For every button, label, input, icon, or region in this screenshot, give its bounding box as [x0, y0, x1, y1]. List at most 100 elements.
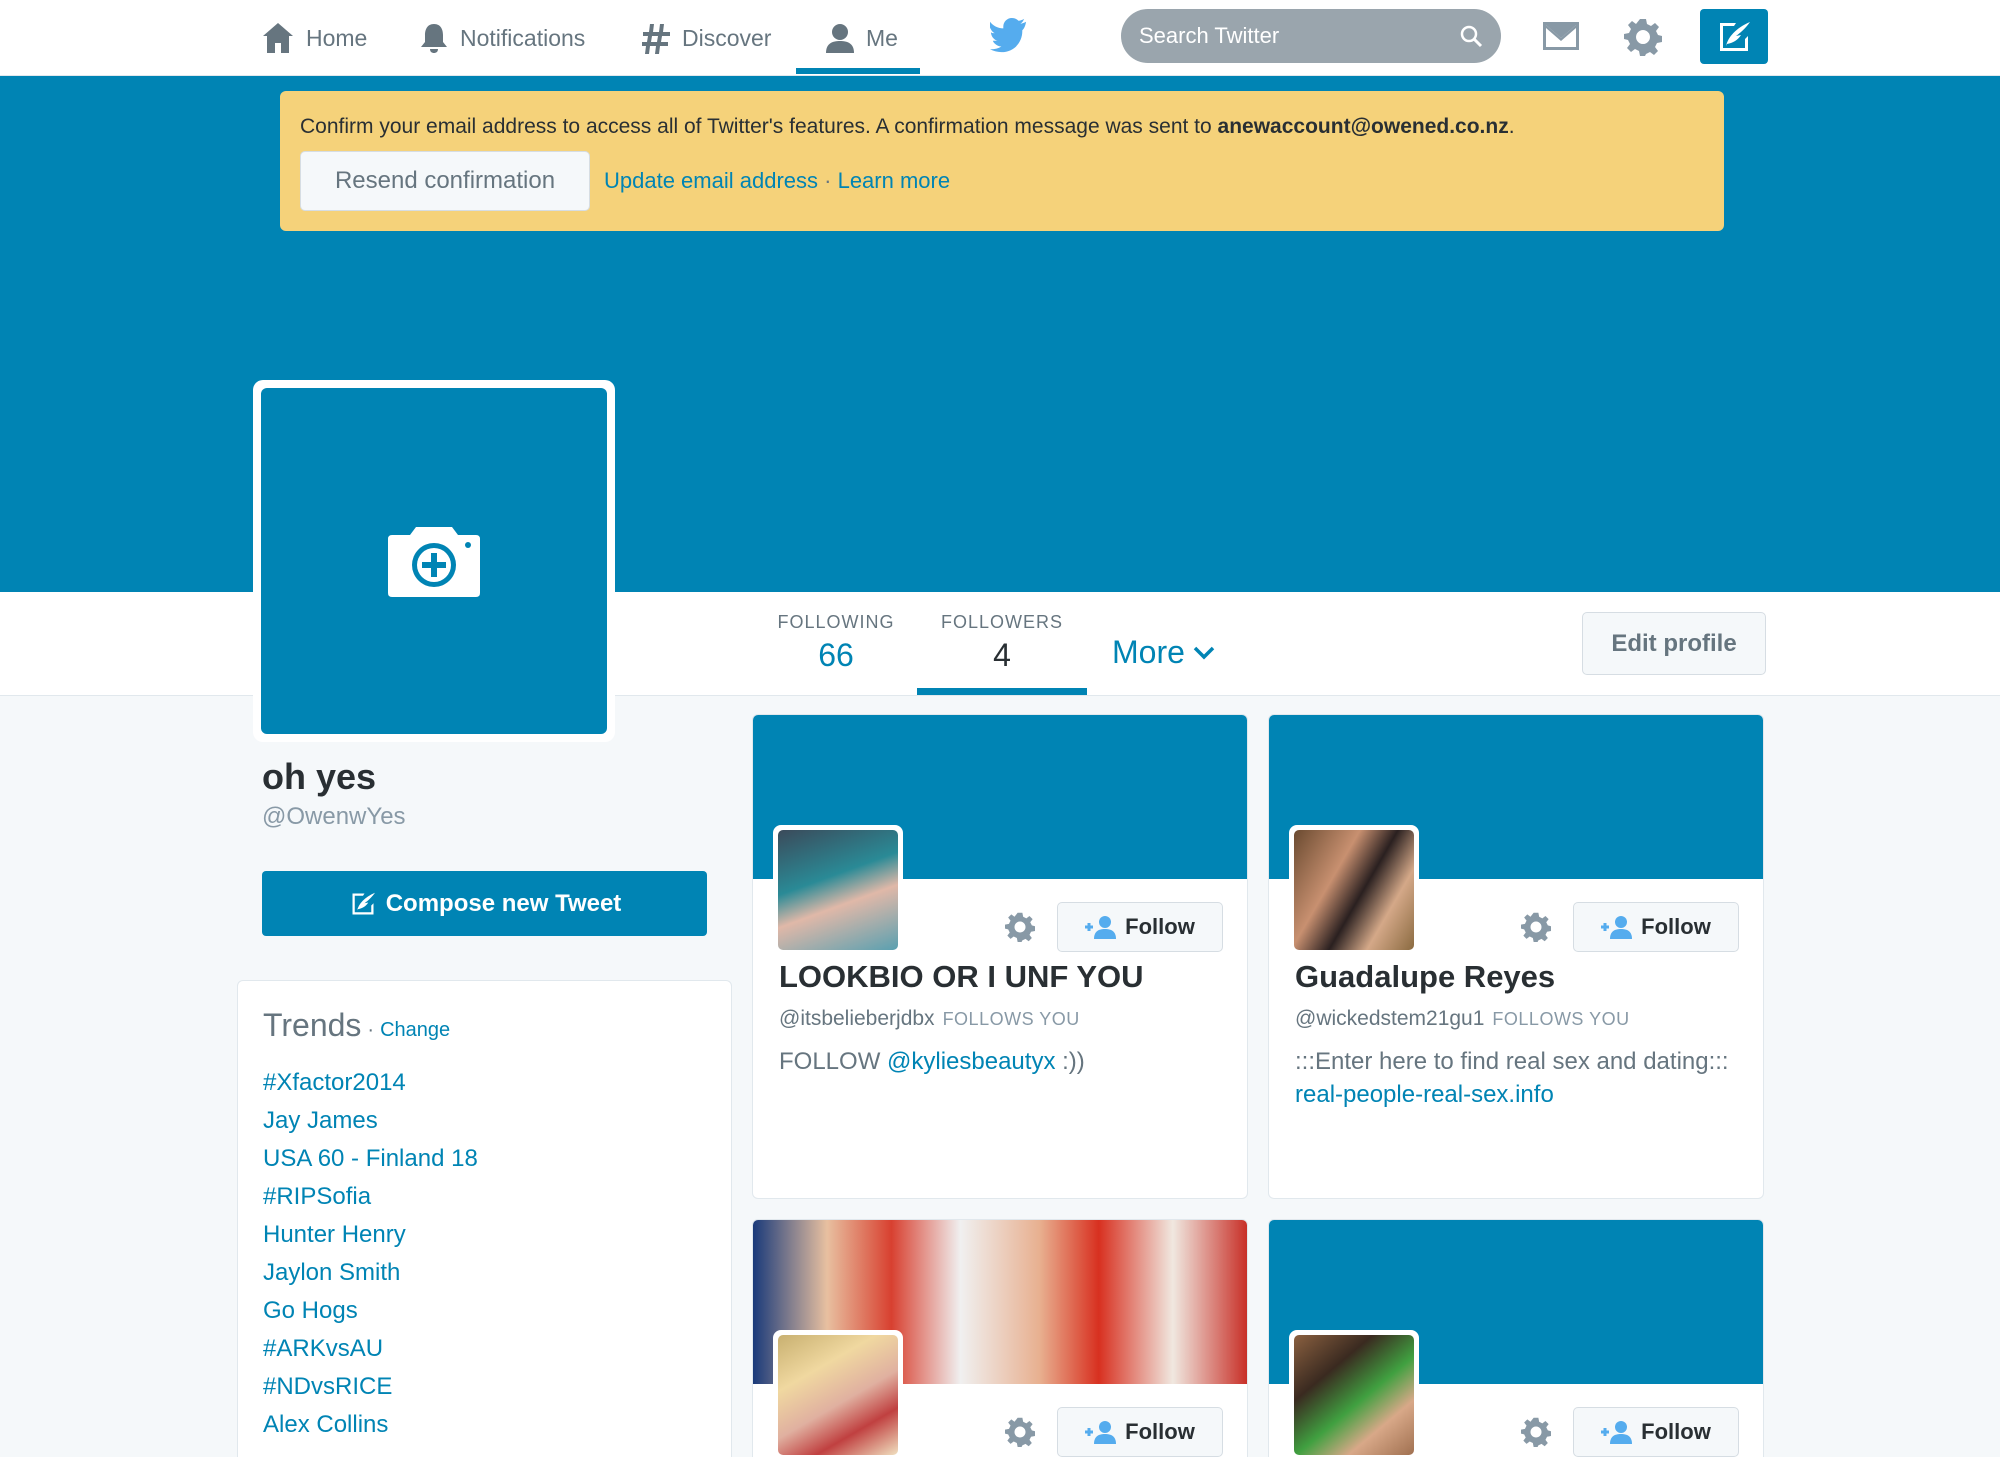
follower-handle[interactable]: @itsbelieberjdbx: [779, 1007, 935, 1030]
follow-button[interactable]: Follow: [1573, 902, 1739, 952]
nav-home[interactable]: Home: [260, 0, 367, 76]
more-dropdown[interactable]: More: [1112, 634, 1215, 671]
trend-item[interactable]: Go Hogs: [263, 1292, 706, 1330]
alert-email: anewaccount@owened.co.nz: [1217, 115, 1509, 138]
add-user-icon: [1601, 916, 1633, 939]
follower-avatar[interactable]: [1289, 825, 1419, 955]
hashtag-icon: [642, 24, 670, 54]
profile-display-name: oh yes: [262, 756, 377, 797]
messages-envelope-icon[interactable]: [1542, 20, 1580, 52]
followers-stat[interactable]: FOLLOWERS 4: [940, 612, 1064, 674]
follower-card: Follow: [752, 1219, 1248, 1457]
nav-notifications-label: Notifications: [460, 24, 586, 51]
bio-link[interactable]: real-people-real-sex.info: [1295, 1081, 1554, 1108]
follower-handle-row: @itsbelieberjdbx FOLLOWS YOU: [779, 1007, 1080, 1031]
trend-list: #Xfactor2014 Jay James USA 60 - Finland …: [263, 1064, 706, 1444]
follower-avatar[interactable]: [773, 825, 903, 955]
follow-button[interactable]: Follow: [1573, 1407, 1739, 1457]
follows-you-badge: FOLLOWS YOU: [942, 1009, 1080, 1029]
search-icon[interactable]: [1459, 24, 1483, 48]
compose-tweet-button[interactable]: Compose new Tweet: [262, 871, 707, 936]
gear-icon[interactable]: [1624, 18, 1662, 56]
follow-label: Follow: [1641, 914, 1711, 939]
nav-home-label: Home: [306, 24, 368, 51]
trend-item[interactable]: #Xfactor2014: [263, 1064, 706, 1102]
follows-you-badge: FOLLOWS YOU: [1492, 1009, 1630, 1029]
bio-text-after: :)): [1055, 1048, 1085, 1075]
follower-name[interactable]: LOOKBIO OR I UNF YOU: [779, 959, 1144, 995]
gear-icon[interactable]: [1005, 1417, 1035, 1447]
trend-item[interactable]: #NDvsRICE: [263, 1368, 706, 1406]
quill-icon: [352, 892, 375, 914]
gear-icon[interactable]: [1521, 1417, 1551, 1447]
twitter-bird-icon[interactable]: [990, 17, 1030, 53]
follower-bio: :::Enter here to find real sex and datin…: [1295, 1045, 1735, 1111]
alert-period: .: [1508, 115, 1515, 138]
active-tab-indicator: [917, 688, 1087, 695]
update-email-link[interactable]: Update email address: [604, 168, 818, 193]
trend-item[interactable]: #ARKvsAU: [263, 1330, 706, 1368]
chevron-down-icon: [1193, 646, 1215, 659]
nav-me[interactable]: Me: [824, 0, 898, 76]
follower-card: Follow: [1268, 1219, 1764, 1457]
profile-handle[interactable]: @OwenwYes: [262, 803, 406, 831]
follower-handle-row: @wickedstem21gu1 FOLLOWS YOU: [1295, 1007, 1630, 1031]
avatar-photo: [1294, 830, 1414, 950]
trend-item[interactable]: Jaylon Smith: [263, 1254, 706, 1292]
follower-avatar[interactable]: [1289, 1330, 1419, 1457]
trends-title: Trends: [263, 1007, 362, 1043]
search-placeholder: Search Twitter: [1139, 23, 1280, 48]
follow-label: Follow: [1125, 1419, 1195, 1444]
trends-change-link[interactable]: Change: [380, 1019, 450, 1042]
edit-profile-button[interactable]: Edit profile: [1582, 612, 1766, 675]
more-label: More: [1112, 634, 1185, 670]
following-label: FOLLOWING: [777, 612, 895, 632]
nav-active-indicator: [796, 68, 920, 74]
resend-confirmation-button[interactable]: Resend confirmation: [300, 151, 590, 211]
follower-name[interactable]: Guadalupe Reyes: [1295, 959, 1555, 995]
compose-label: Compose new Tweet: [385, 889, 622, 917]
follower-card: Follow LOOKBIO OR I UNF YOU @itsbelieber…: [752, 714, 1248, 1199]
new-tweet-button[interactable]: [1700, 9, 1768, 64]
link-separator: ·: [818, 168, 838, 193]
add-photo-camera-icon: [388, 527, 480, 597]
follower-bio: FOLLOW @kyliesbeautyx :)): [779, 1045, 1219, 1078]
trend-item[interactable]: #RIPSofia: [263, 1178, 706, 1216]
trend-item[interactable]: Alex Collins: [263, 1406, 706, 1444]
trend-item[interactable]: Jay James: [263, 1102, 706, 1140]
avatar-photo: [778, 830, 898, 950]
following-stat[interactable]: FOLLOWING 66: [776, 612, 896, 674]
email-confirmation-alert: Confirm your email address to access all…: [280, 91, 1724, 231]
bio-link[interactable]: @kyliesbeautyx: [887, 1048, 1055, 1075]
avatar-photo: [778, 1335, 898, 1455]
gear-icon[interactable]: [1005, 912, 1035, 942]
trend-item[interactable]: Hunter Henry: [263, 1216, 706, 1254]
bell-icon: [421, 24, 447, 53]
top-navigation-bar: Home Notifications Discover Me Search Tw…: [0, 0, 2000, 76]
learn-more-link[interactable]: Learn more: [838, 168, 951, 193]
trend-item[interactable]: USA 60 - Finland 18: [263, 1140, 706, 1178]
follower-card: Follow Guadalupe Reyes @wickedstem21gu1 F…: [1268, 714, 1764, 1199]
nav-notifications[interactable]: Notifications: [418, 0, 585, 76]
profile-avatar[interactable]: [253, 380, 615, 742]
add-user-icon: [1601, 1421, 1633, 1444]
follow-label: Follow: [1641, 1419, 1711, 1444]
followers-count: 4: [993, 637, 1011, 673]
follow-button[interactable]: Follow: [1057, 902, 1223, 952]
search-input[interactable]: Search Twitter: [1121, 9, 1501, 63]
follow-label: Follow: [1125, 914, 1195, 939]
trends-separator: ·: [367, 1019, 375, 1041]
follower-avatar[interactable]: [773, 1330, 903, 1457]
alert-message: Confirm your email address to access all…: [300, 111, 1704, 143]
home-icon: [263, 23, 293, 53]
gear-icon[interactable]: [1521, 912, 1551, 942]
alert-text: Confirm your email address to access all…: [300, 115, 1218, 138]
nav-me-label: Me: [866, 24, 898, 51]
quill-icon: [1720, 21, 1750, 51]
nav-discover[interactable]: Discover: [640, 0, 771, 76]
bio-text: FOLLOW: [779, 1048, 888, 1075]
add-user-icon: [1085, 916, 1117, 939]
follower-handle[interactable]: @wickedstem21gu1: [1295, 1007, 1484, 1030]
follow-button[interactable]: Follow: [1057, 1407, 1223, 1457]
following-count: 66: [818, 637, 854, 673]
